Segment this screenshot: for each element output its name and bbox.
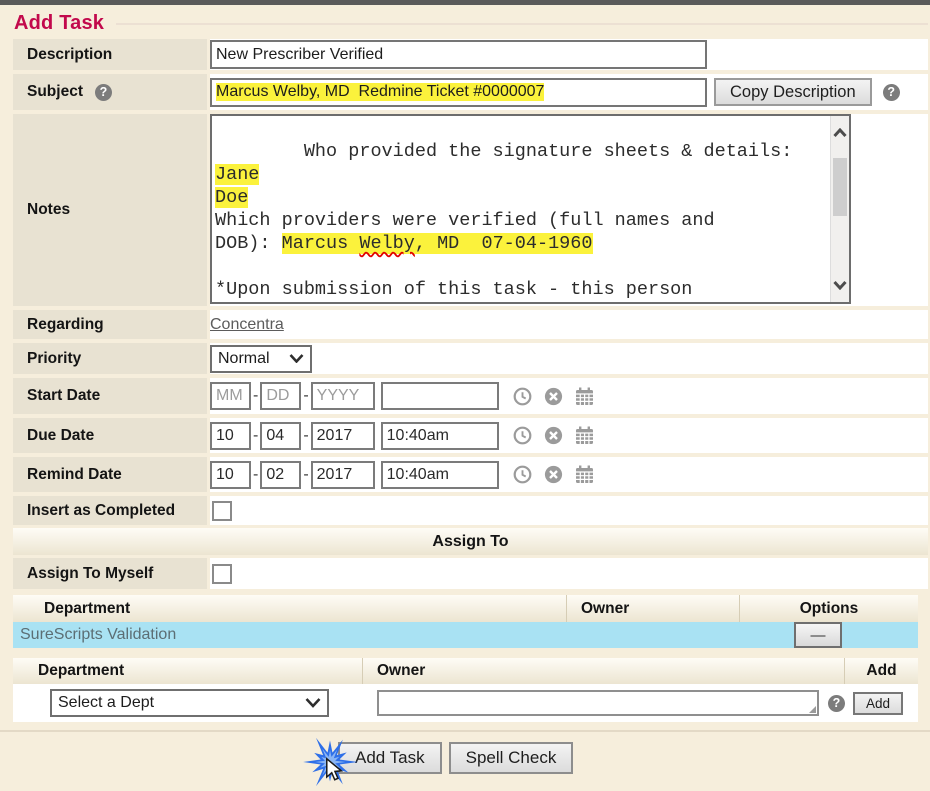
calendar-icon[interactable]: [575, 426, 594, 445]
clear-date-icon[interactable]: [544, 465, 563, 484]
start-month-input[interactable]: [210, 382, 251, 410]
assign-to-section-header: Assign To: [13, 528, 928, 555]
subject-input[interactable]: Marcus Welby, MD Redmine Ticket #0000007: [210, 78, 707, 107]
due-time-input[interactable]: [381, 422, 499, 450]
subject-help-icon[interactable]: ?: [95, 84, 112, 101]
date-separator: [303, 387, 308, 405]
remind-day-input[interactable]: [260, 461, 301, 489]
remind-year-input[interactable]: [311, 461, 375, 489]
remove-department-button[interactable]: —: [794, 622, 842, 648]
assigned-departments-table: Department Owner Options SureScripts Val…: [13, 595, 918, 648]
description-input[interactable]: New Prescriber Verified: [210, 40, 707, 69]
start-time-input[interactable]: [381, 382, 499, 410]
notes-content: Who provided the signature sheets & deta…: [215, 141, 803, 304]
regarding-label: Regarding: [13, 310, 207, 339]
assign-myself-label: Assign To Myself: [13, 558, 207, 589]
column-header-add: Add: [844, 658, 918, 684]
date-separator: [253, 466, 258, 484]
start-date-label: Start Date: [13, 378, 207, 414]
insert-completed-label: Insert as Completed: [13, 496, 207, 525]
description-row: Description New Prescriber Verified: [13, 39, 928, 70]
description-label: Description: [13, 39, 207, 70]
clock-icon[interactable]: [513, 426, 532, 445]
clear-date-icon[interactable]: [544, 387, 563, 406]
regarding-row: Regarding Concentra: [13, 310, 928, 339]
title-divider: [116, 23, 928, 25]
due-month-input[interactable]: [210, 422, 251, 450]
page-title: Add Task: [14, 12, 104, 35]
column-header-owner: Owner: [566, 595, 739, 622]
column-header-options: Options: [739, 595, 918, 622]
clock-icon[interactable]: [513, 387, 532, 406]
scrollbar-thumb[interactable]: [833, 158, 847, 216]
date-separator: [253, 427, 258, 445]
chevron-down-icon: [289, 354, 304, 363]
notes-row: Notes Who provided the signature sheets …: [13, 114, 928, 306]
subject-highlighted-text: Marcus Welby, MD Redmine Ticket #0000007: [216, 83, 544, 101]
assigned-department-name: SureScripts Validation: [13, 626, 573, 644]
calendar-icon[interactable]: [575, 465, 594, 484]
remind-month-input[interactable]: [210, 461, 251, 489]
notes-label: Notes: [13, 114, 207, 306]
regarding-link[interactable]: Concentra: [210, 316, 284, 334]
start-year-input[interactable]: [311, 382, 375, 410]
department-select[interactable]: Select a Dept: [50, 689, 329, 717]
column-header-department: Department: [13, 600, 566, 618]
due-year-input[interactable]: [311, 422, 375, 450]
insert-completed-row: Insert as Completed: [13, 496, 928, 525]
due-date-label: Due Date: [13, 418, 207, 453]
add-task-form: Description New Prescriber Verified Subj…: [0, 39, 930, 525]
owner-help-icon[interactable]: ?: [828, 695, 845, 712]
owner-input[interactable]: [377, 690, 819, 716]
remind-time-input[interactable]: [381, 461, 499, 489]
notes-scrollbar[interactable]: [830, 116, 849, 302]
remind-date-label: Remind Date: [13, 457, 207, 492]
priority-select[interactable]: Normal: [210, 345, 312, 373]
add-department-button[interactable]: Add: [853, 692, 903, 715]
scroll-down-icon[interactable]: [833, 280, 847, 290]
add-department-table: Department Owner Add Select a Dept ? Add: [13, 658, 918, 722]
notes-textarea[interactable]: Who provided the signature sheets & deta…: [210, 114, 851, 304]
priority-row: Priority Normal: [13, 343, 928, 374]
due-date-row: Due Date: [13, 418, 928, 453]
start-day-input[interactable]: [260, 382, 301, 410]
assign-myself-checkbox[interactable]: [212, 564, 232, 584]
copy-description-help-icon[interactable]: ?: [883, 84, 900, 101]
calendar-icon[interactable]: [575, 387, 594, 406]
subject-label: Subject: [27, 83, 83, 101]
assign-myself-row: Assign To Myself: [13, 558, 928, 589]
insert-completed-checkbox[interactable]: [212, 501, 232, 521]
scroll-up-icon[interactable]: [833, 128, 847, 138]
clock-icon[interactable]: [513, 465, 532, 484]
remind-date-row: Remind Date: [13, 457, 928, 492]
column-header-owner: Owner: [362, 658, 844, 684]
add-task-button[interactable]: Add Task: [338, 742, 442, 774]
table-row: SureScripts Validation —: [13, 622, 918, 648]
date-separator: [253, 387, 258, 405]
date-separator: [303, 427, 308, 445]
priority-label: Priority: [13, 343, 207, 374]
start-date-row: Start Date: [13, 378, 928, 414]
date-separator: [303, 466, 308, 484]
chevron-down-icon: [305, 698, 321, 708]
column-header-department: Department: [13, 662, 362, 680]
copy-description-button[interactable]: Copy Description: [714, 78, 872, 106]
clear-date-icon[interactable]: [544, 426, 563, 445]
due-day-input[interactable]: [260, 422, 301, 450]
subject-row: Subject ? Marcus Welby, MD Redmine Ticke…: [13, 74, 928, 110]
spell-check-button[interactable]: Spell Check: [449, 742, 574, 774]
